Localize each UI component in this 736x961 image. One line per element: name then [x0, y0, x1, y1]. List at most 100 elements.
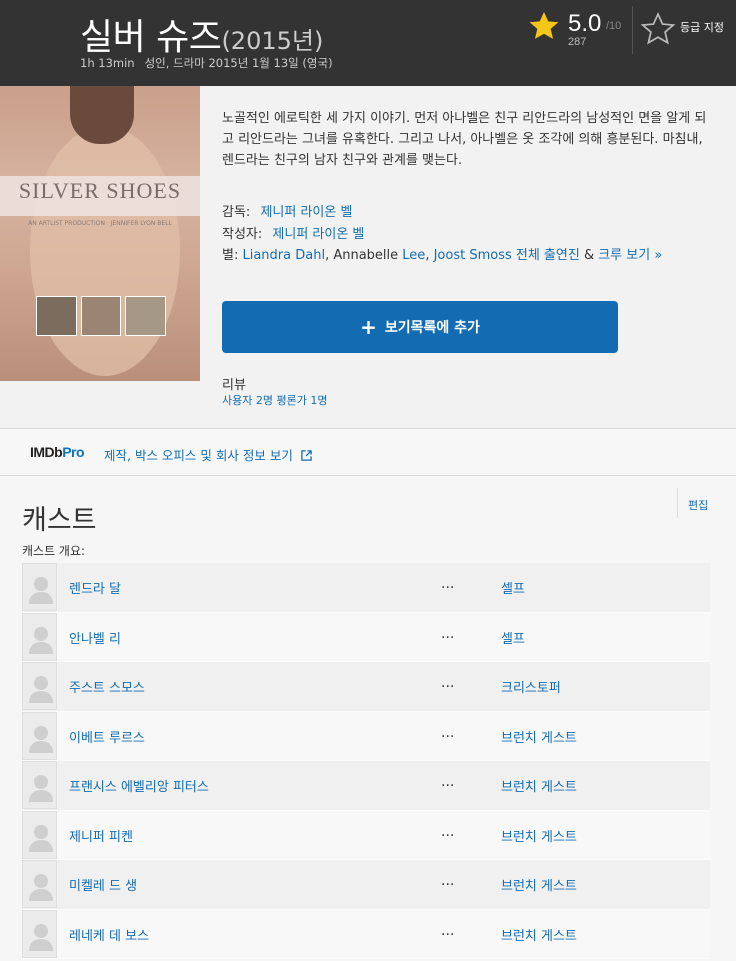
rating-votes[interactable]: 287 [568, 36, 586, 48]
avatar-placeholder-icon[interactable] [22, 810, 57, 859]
rating-value: 5.0 [568, 10, 602, 37]
imdbpro-link-label: 제작, 박스 오피스 및 회사 정보 보기 [104, 448, 293, 463]
title-header: 실버 슈즈(2015년) 1h 13min 성인, 드라마 2015년 1월 13… [0, 0, 736, 86]
movie-year[interactable]: (2015년) [221, 27, 323, 55]
title-subtext: 1h 13min 성인, 드라마 2015년 1월 13일 (영국) [80, 55, 333, 71]
poster-credit: AN ARTLIST PRODUCTION · JENNIFER LYON BE… [28, 220, 172, 227]
stars-label: 별: [222, 248, 239, 263]
avatar-placeholder-icon[interactable] [22, 761, 57, 809]
overview-section: SILVER SHOES AN ARTLIST PRODUCTION · JEN… [0, 86, 736, 428]
cast-ellipsis: ... [441, 922, 455, 939]
rate-label: 등급 지정 [680, 21, 724, 34]
cast-row: 미켈레 드 생... 브런치 게스트 [22, 860, 710, 910]
person-icon [29, 824, 53, 852]
cast-section: 캐스트 편집 캐스트 개요: 렌드라 달... 셀프 안나벨 리... 셀프 주스트 스… [0, 476, 736, 961]
cast-actor-link[interactable]: 프랜시스 에벨리앙 피터스 [69, 776, 209, 795]
director-link[interactable]: 제니퍼 라이온 벨 [260, 205, 352, 220]
star-link-2[interactable]: Lee [402, 248, 425, 263]
person-icon [29, 676, 53, 703]
cast-character-link[interactable]: 셀프 [501, 628, 525, 647]
person-icon [29, 775, 53, 802]
avatar-placeholder-icon[interactable] [22, 860, 57, 908]
avatar-placeholder-icon[interactable] [22, 662, 57, 710]
director-label: 감독: [222, 205, 251, 220]
plot-summary: 노골적인 에로틱한 세 가지 이야기. 먼저 아나벨은 친구 리안드라의 남성적… [222, 111, 707, 168]
cast-actor-link[interactable]: 렌드라 달 [69, 578, 121, 597]
cast-character-link[interactable]: 셀프 [501, 578, 525, 597]
cast-character-link[interactable]: 크리스토퍼 [501, 677, 561, 696]
star-sep-3: & [579, 248, 599, 263]
star-icon [529, 12, 559, 39]
person-icon [29, 725, 53, 753]
cast-character-link[interactable]: 브런치 게스트 [501, 826, 577, 845]
director-credit: 감독: 제니퍼 라이온 벨 [222, 202, 352, 223]
star-outline-icon [640, 12, 676, 45]
reviews-heading: 리뷰 [222, 378, 246, 393]
poster-thumbnails [36, 296, 167, 336]
imdbpro-logo-imdb: IMDb [30, 444, 63, 460]
cast-actor-link[interactable]: 이베트 루르스 [69, 727, 145, 746]
runtime: 1h 13min [80, 56, 135, 70]
imdbpro-logo[interactable]: IMDbPro [30, 444, 85, 460]
star-link-1[interactable]: Liandra Dahl [242, 248, 325, 263]
imdbpro-bar: IMDbPro 제작, 박스 오피스 및 회사 정보 보기 [0, 428, 736, 476]
cast-actor-link[interactable]: 레네케 데 보스 [69, 925, 149, 944]
cast-heading: 캐스트 [22, 505, 97, 536]
title-row: 실버 슈즈(2015년) [80, 8, 323, 60]
cast-character-link[interactable]: 브런치 게스트 [501, 925, 577, 944]
rating-summary[interactable]: 5.0 /10 287 [528, 8, 628, 52]
genre-link[interactable]: 드라마 [173, 56, 205, 70]
reviews-link[interactable]: 사용자 2명 평론가 1명 [222, 392, 327, 408]
rating-outof: /10 [606, 20, 622, 32]
cast-list: 렌드라 달... 셀프 안나벨 리... 셀프 주스트 스모스... 크리스토퍼 이베트 루… [22, 563, 710, 959]
plus-icon: + [360, 315, 377, 339]
cast-ellipsis: ... [441, 823, 455, 840]
star-sep-2: , [425, 248, 434, 263]
crew-link[interactable]: 크루 보기 » [598, 248, 662, 263]
cast-ellipsis: ... [441, 724, 455, 741]
avatar-placeholder-icon[interactable] [22, 909, 57, 958]
cast-row: 이베트 루르스... 브런치 게스트 [22, 711, 710, 761]
header-divider [632, 6, 633, 54]
poster-image[interactable]: SILVER SHOES AN ARTLIST PRODUCTION · JEN… [0, 86, 200, 381]
release-country[interactable]: (영국) [302, 56, 332, 70]
cast-actor-link[interactable]: 미켈레 드 생 [69, 875, 137, 894]
cast-actor-link[interactable]: 제니퍼 피켄 [69, 826, 133, 845]
imdbpro-logo-pro: Pro [62, 444, 85, 460]
writer-link[interactable]: 제니퍼 라이온 벨 [272, 227, 364, 242]
cast-ellipsis: ... [441, 774, 455, 790]
cast-row: 안나벨 리... 셀프 [22, 612, 710, 662]
writer-label: 작성자: [222, 227, 263, 242]
cast-actor-link[interactable]: 주스트 스모스 [69, 677, 145, 696]
cast-ellipsis: ... [441, 625, 455, 642]
person-icon [29, 577, 53, 604]
cast-overview-label: 캐스트 개요: [22, 544, 86, 558]
cast-row: 렌드라 달... 셀프 [22, 563, 710, 613]
add-to-watchlist-button[interactable]: + 보기목록에 추가 [222, 301, 618, 353]
rate-this-button[interactable]: 등급 지정 [640, 10, 736, 50]
full-cast-link[interactable]: Joost Smoss 전체 출연진 [434, 248, 580, 263]
release-date-link[interactable]: 2015년 1월 13일 [208, 56, 298, 70]
cast-edit-link[interactable]: 편집 [677, 488, 708, 518]
cast-actor-link[interactable]: 안나벨 리 [69, 628, 121, 647]
star-sep-1: , Annabelle [325, 248, 403, 263]
cast-character-link[interactable]: 브런치 게스트 [501, 727, 577, 746]
avatar-placeholder-icon[interactable] [22, 612, 57, 661]
cast-ellipsis: ... [441, 576, 455, 592]
writer-credit: 작성자: 제니퍼 라이온 벨 [222, 224, 364, 245]
cast-character-link[interactable]: 브런치 게스트 [501, 875, 577, 894]
cast-row: 제니퍼 피켄... 브런치 게스트 [22, 810, 710, 860]
stars-credit: 별: Liandra Dahl, Annabelle Lee, Joost Sm… [222, 247, 710, 265]
cast-row: 프랜시스 에벨리앙 피터스... 브런치 게스트 [22, 761, 710, 811]
movie-title: 실버 슈즈 [80, 17, 222, 58]
imdbpro-link[interactable]: 제작, 박스 오피스 및 회사 정보 보기 [104, 445, 312, 464]
avatar-placeholder-icon[interactable] [22, 563, 57, 611]
cast-row: 레네케 데 보스... 브런치 게스트 [22, 909, 710, 959]
person-icon [29, 874, 53, 901]
certificate: 성인, [144, 56, 170, 70]
poster-figure [30, 126, 180, 376]
watchlist-button-label: 보기목록에 추가 [384, 320, 480, 336]
cast-ellipsis: ... [441, 675, 455, 691]
cast-character-link[interactable]: 브런치 게스트 [501, 776, 577, 795]
avatar-placeholder-icon[interactable] [22, 711, 57, 760]
